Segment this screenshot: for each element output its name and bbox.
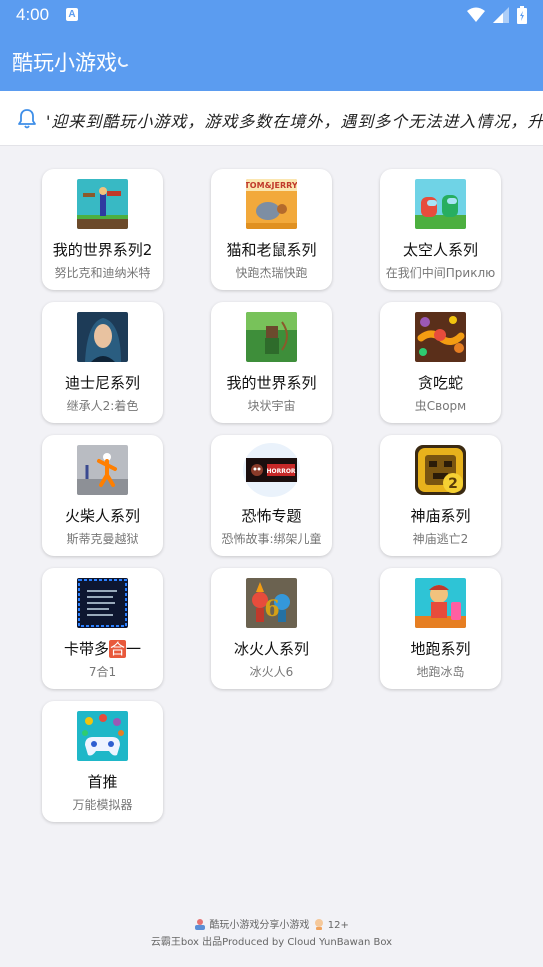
game-subtitle: 继承人2:着色 xyxy=(66,399,139,413)
emulator-icon xyxy=(77,711,128,761)
game-subtitle: 努比克和迪纳米特 xyxy=(54,266,151,280)
tom-jerry-icon: TOM&JERRY xyxy=(246,179,297,229)
game-name: 首推 xyxy=(87,773,118,791)
svg-text:HORROR: HORROR xyxy=(266,468,295,475)
age-rating: 12+ xyxy=(327,920,349,931)
app-title: 酷玩小游戏 xyxy=(12,51,117,75)
svg-text:6: 6 xyxy=(264,596,279,622)
game-card-stickman[interactable]: 火柴人系列 斯蒂克曼越狱 xyxy=(42,435,163,556)
game-subtitle: 快跑杰瑞快跑 xyxy=(235,266,308,280)
fireboy-watergirl-icon: 6 xyxy=(246,578,297,628)
game-name: 地跑系列 xyxy=(410,640,471,658)
svg-text:TOM&JERRY: TOM&JERRY xyxy=(246,181,297,190)
game-card-snake[interactable]: 贪吃蛇 虫Сворм xyxy=(380,302,501,423)
gamer-icon xyxy=(194,918,206,930)
game-name: 冰火人系列 xyxy=(233,640,309,658)
among-us-icon xyxy=(415,179,466,229)
game-card-tom-jerry[interactable]: TOM&JERRY 猫和老鼠系列 快跑杰瑞快跑 xyxy=(211,169,332,290)
game-subtitle: 恐怖故事:绑架儿童 xyxy=(221,532,322,546)
game-name: 猫和老鼠系列 xyxy=(226,241,317,259)
status-icons xyxy=(467,6,527,24)
game-name: 恐怖专题 xyxy=(241,507,302,525)
game-card-subway-surfers[interactable]: 地跑系列 地跑冰岛 xyxy=(380,568,501,689)
game-name: 我的世界系列2 xyxy=(52,241,153,259)
game-card-minecraft-2[interactable]: 我的世界系列2 努比克和迪纳米特 xyxy=(42,169,163,290)
game-subtitle: 块状宇宙 xyxy=(247,399,296,413)
minecraft-stick-icon xyxy=(77,179,128,229)
notice-bar: '迎来到酷玩小游戏，游戏多数在境外，遇到多个无法进入情况，升级更新 xyxy=(0,91,543,146)
stickman-icon xyxy=(77,445,128,495)
footer: 酷玩小游戏分享小游戏 12+ 云霸王box 出品Produced by Clou… xyxy=(0,917,543,951)
app-bar: 酷玩小游戏 xyxy=(0,31,543,91)
game-name: 太空人系列 xyxy=(402,241,478,259)
horror-icon: HORROR xyxy=(243,443,300,497)
game-subtitle: 万能模拟器 xyxy=(72,798,133,812)
game-grid: 我的世界系列2 努比克和迪纳米特 TOM&JERRY 猫和老鼠系列 快跑杰瑞快跑… xyxy=(42,169,502,822)
footer-producer: 云霸王box 出品Produced by Cloud YunBawan Box xyxy=(150,937,393,948)
minecraft-archer-icon xyxy=(246,312,297,362)
game-name: 迪士尼系列 xyxy=(64,374,140,392)
signal-icon xyxy=(493,7,509,23)
game-card-disney[interactable]: 迪士尼系列 继承人2:着色 xyxy=(42,302,163,423)
game-card-emulator[interactable]: 首推 万能模拟器 xyxy=(42,701,163,822)
game-subtitle: 神庙逃亡2 xyxy=(412,532,469,546)
footer-line1: 酷玩小游戏分享小游戏 12+ xyxy=(0,917,543,934)
game-card-among-us[interactable]: 太空人系列 在我们中间Приклю xyxy=(380,169,501,290)
loading-spinner-icon xyxy=(118,55,130,67)
svg-text:2: 2 xyxy=(448,476,458,492)
game-card-fireboy-watergirl[interactable]: 6 冰火人系列 冰火人6 xyxy=(211,568,332,689)
game-card-cartridge[interactable]: 卡带多合一 7合1 xyxy=(42,568,163,689)
child-icon xyxy=(313,918,325,930)
subway-surfers-icon xyxy=(415,578,466,628)
notification-a-icon: A xyxy=(66,8,78,21)
game-subtitle: 在我们中间Приклю xyxy=(385,266,496,280)
status-bar: 4:00 A xyxy=(0,0,543,31)
game-subtitle: 虫Сворм xyxy=(414,399,467,413)
game-name: 神庙系列 xyxy=(410,507,471,525)
snake-icon xyxy=(415,312,466,362)
game-name: 贪吃蛇 xyxy=(417,374,463,392)
game-name: 火柴人系列 xyxy=(64,507,140,525)
status-time: 4:00 xyxy=(16,5,50,24)
game-subtitle: 冰火人6 xyxy=(249,665,294,679)
notice-text: '迎来到酷玩小游戏，游戏多数在境外，遇到多个无法进入情况，升级更新 xyxy=(46,112,543,131)
game-subtitle: 地跑冰岛 xyxy=(416,665,465,679)
game-name-prefix: 卡带多 xyxy=(63,640,109,658)
bell-icon xyxy=(18,109,36,129)
game-card-temple-run[interactable]: 2 神庙系列 神庙逃亡2 xyxy=(380,435,501,556)
game-subtitle: 7合1 xyxy=(88,665,117,679)
game-card-horror[interactable]: HORROR 恐怖专题 恐怖故事:绑架儿童 xyxy=(211,435,332,556)
game-name: 我的世界系列 xyxy=(226,374,317,392)
footer-brand-text: 酷玩小游戏分享小游戏 xyxy=(209,920,310,931)
game-name-suffix: 一 xyxy=(126,640,142,658)
game-card-minecraft[interactable]: 我的世界系列 块状宇宙 xyxy=(211,302,332,423)
game-subtitle: 斯蒂克曼越狱 xyxy=(66,532,139,546)
combo-badge: 合 xyxy=(108,640,126,658)
battery-icon xyxy=(517,6,527,24)
wifi-icon xyxy=(467,7,485,22)
disney-portrait-icon xyxy=(77,312,128,362)
game-name: 卡带多合一 xyxy=(42,638,163,659)
temple-run-icon: 2 xyxy=(415,445,466,495)
cartridge-icon xyxy=(77,578,128,628)
